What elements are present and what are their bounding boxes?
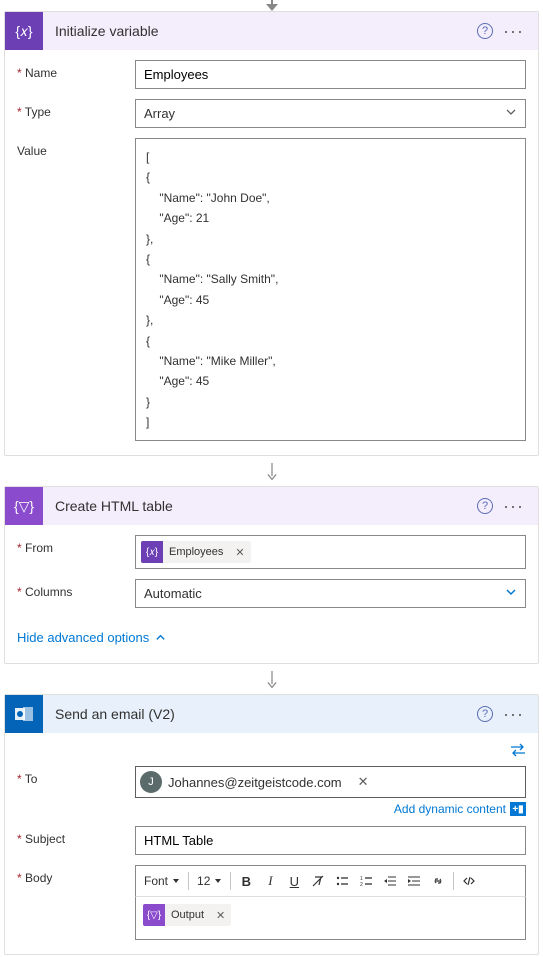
chevron-down-icon [505,106,517,121]
indent-button[interactable] [403,870,425,892]
subject-label: * Subject [17,826,135,846]
hide-advanced-options-link[interactable]: Hide advanced options [17,630,526,645]
bullet-list-button[interactable] [331,870,353,892]
toolbar-divider [188,872,189,890]
caret-down-icon [172,877,180,885]
type-label: * Type [17,99,135,119]
variable-token-icon: {𝑥} [141,541,163,563]
subject-input[interactable] [135,826,526,855]
code-view-button[interactable] [458,870,480,892]
dynamic-content-badge-icon: +▮ [510,802,526,816]
outdent-button[interactable] [379,870,401,892]
value-textarea[interactable]: [ { "Name": "John Doe", "Age": 21 }, { "… [135,138,526,441]
toolbar-divider [453,872,454,890]
initialize-variable-header[interactable]: {𝑥} Initialize variable ? ··· [5,12,538,50]
value-label: Value [17,138,135,158]
format-clear-button[interactable] [307,870,329,892]
avatar: J [140,771,162,793]
to-input[interactable]: J Johannes@zeitgeistcode.com ✕ [135,766,526,798]
initialize-variable-card: {𝑥} Initialize variable ? ··· * Name * T… [4,11,539,456]
arrow-connector [262,462,282,482]
bold-button[interactable]: B [235,870,257,892]
caret-down-icon [214,877,222,885]
send-email-card: Send an email (V2) ? ··· * To J Johannes… [4,694,539,955]
employees-token[interactable]: {𝑥} Employees ✕ [141,541,251,563]
add-dynamic-content-link[interactable]: Add dynamic content +▮ [135,802,526,816]
step3-title: Send an email (V2) [43,706,477,722]
italic-button[interactable]: I [259,870,281,892]
step2-title: Create HTML table [43,498,477,514]
from-input[interactable]: {𝑥} Employees ✕ [135,535,526,569]
help-icon[interactable]: ? [477,706,493,722]
columns-label: * Columns [17,579,135,599]
columns-select[interactable]: Automatic [135,579,526,608]
more-menu-icon[interactable]: ··· [503,709,524,719]
chevron-up-icon [155,632,166,643]
number-list-button[interactable]: 12 [355,870,377,892]
name-label: * Name [17,60,135,80]
from-label: * From [17,535,135,555]
step1-title: Initialize variable [43,23,477,39]
chevron-down-icon [505,586,517,601]
create-html-table-card: {▽} Create HTML table ? ··· * From {𝑥} E… [4,486,539,664]
svg-text:2: 2 [360,882,363,888]
send-email-header[interactable]: Send an email (V2) ? ··· [5,695,538,733]
font-select[interactable]: Font [140,872,184,890]
help-icon[interactable]: ? [477,498,493,514]
help-icon[interactable]: ? [477,23,493,39]
more-menu-icon[interactable]: ··· [503,501,524,511]
link-button[interactable] [427,870,449,892]
outlook-icon [5,695,43,733]
body-label: * Body [17,865,135,885]
to-label: * To [17,766,135,786]
swap-icon[interactable] [510,743,526,760]
table-token-icon: {▽} [143,904,165,926]
output-token[interactable]: {▽} Output ✕ [143,904,231,926]
remove-recipient-icon[interactable]: ✕ [358,774,369,790]
type-select[interactable]: Array [135,99,526,128]
font-size-select[interactable]: 12 [193,872,226,890]
arrow-head-top [266,4,278,11]
arrow-connector [262,670,282,690]
recipient-chip[interactable]: J Johannes@zeitgeistcode.com ✕ [140,771,375,793]
toolbar-divider [230,872,231,890]
underline-button[interactable]: U [283,870,305,892]
name-input[interactable] [135,60,526,89]
variable-icon: {𝑥} [5,12,43,50]
more-menu-icon[interactable]: ··· [503,26,524,36]
create-html-table-header[interactable]: {▽} Create HTML table ? ··· [5,487,538,525]
body-editor[interactable]: {▽} Output ✕ [135,896,526,940]
remove-token-icon[interactable]: ✕ [210,909,231,922]
remove-token-icon[interactable]: ✕ [229,546,250,559]
table-icon: {▽} [5,487,43,525]
rich-text-toolbar: Font 12 B I U 12 [135,865,526,896]
